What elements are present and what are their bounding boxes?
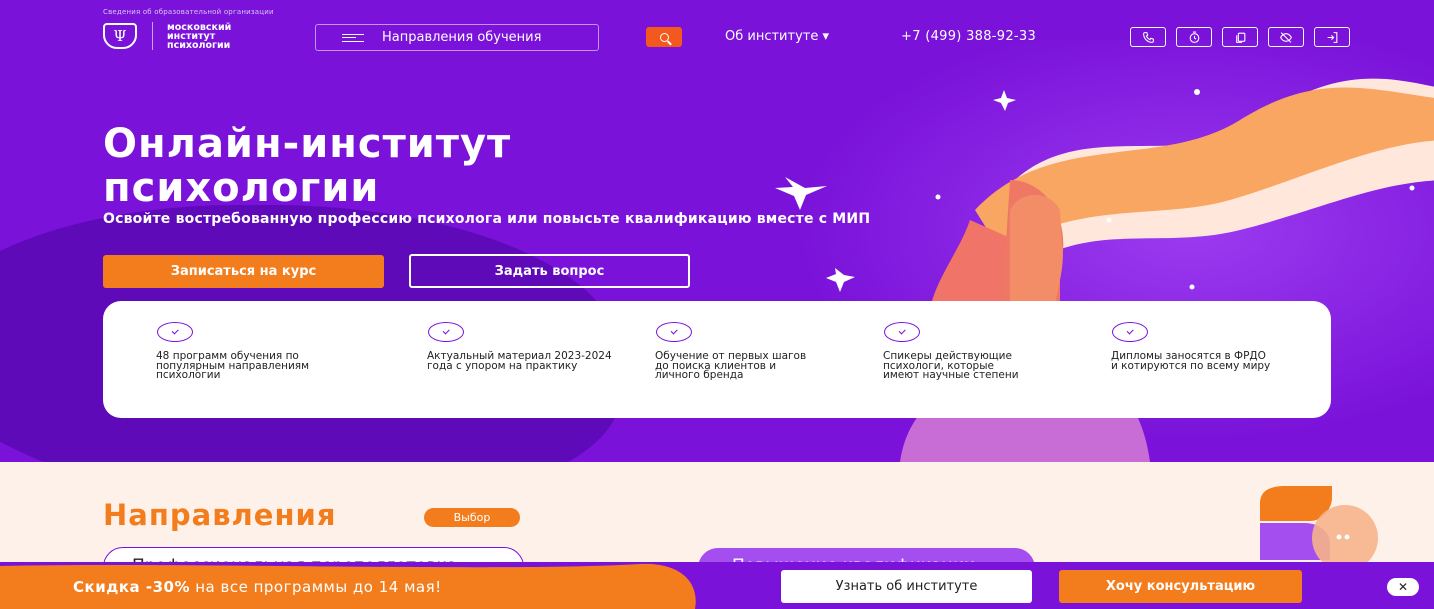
feature-text: Актуальный материал 2023-2024 года с упо…: [427, 350, 612, 372]
directions-menu-button[interactable]: Направления обучения: [315, 24, 599, 51]
about-institute-button[interactable]: Узнать об институте: [781, 570, 1032, 603]
phone-number[interactable]: +7 (499) 388-92-33: [901, 29, 1036, 44]
features-card: 48 программ обучения по популярным напра…: [103, 301, 1331, 418]
logo-text: московский институт психологии: [167, 21, 232, 51]
feature-item: Актуальный материал 2023-2024 года с упо…: [427, 322, 637, 371]
feature-text: 48 программ обучения по популярным напра…: [156, 350, 310, 381]
hero-title: Онлайн-институт психологии: [103, 122, 511, 210]
hero-section: Сведения об образовательной организации …: [0, 0, 1434, 462]
promo-bar: Скидка -30% на все программы до 14 мая! …: [0, 562, 1434, 609]
psi-icon: Ψ: [103, 23, 137, 49]
feature-item: 48 программ обучения по популярным напра…: [156, 322, 366, 381]
consultation-button[interactable]: Хочу консультацию: [1059, 570, 1302, 603]
feature-text: Дипломы заносятся в ФРДО и котируются по…: [1111, 350, 1271, 372]
directions-title: Направления: [103, 498, 337, 532]
search-button[interactable]: [646, 27, 682, 47]
feature-item: Обучение от первых шагов до поиска клиен…: [655, 322, 815, 381]
directions-menu-label: Направления обучения: [382, 30, 542, 45]
promo-details: на все программы до 14 мая!: [189, 578, 442, 596]
login-icon[interactable]: [1314, 27, 1350, 47]
logo-divider: [152, 22, 153, 50]
ask-question-button[interactable]: Задать вопрос: [409, 254, 690, 288]
header-icon-buttons: [1130, 27, 1350, 47]
feature-text: Спикеры действующие психологи, которые и…: [883, 350, 1019, 381]
timer-icon[interactable]: [1176, 27, 1212, 47]
hero-title-line1: Онлайн-институт: [103, 121, 512, 167]
promo-discount: Скидка -30%: [73, 578, 190, 596]
about-menu[interactable]: Об институте ▾: [725, 29, 829, 44]
check-icon: [157, 322, 193, 342]
choice-badge: Выбор: [424, 508, 520, 527]
check-icon: [1112, 322, 1148, 342]
feature-item: Спикеры действующие психологи, которые и…: [883, 322, 1031, 381]
promo-text: Скидка -30% на все программы до 14 мая!: [73, 578, 442, 596]
search-icon: [659, 32, 669, 42]
hero-subtitle: Освойте востребованную профессию психоло…: [103, 211, 871, 227]
eye-off-icon[interactable]: [1268, 27, 1304, 47]
check-icon: [656, 322, 692, 342]
feature-item: Дипломы заносятся в ФРДО и котируются по…: [1111, 322, 1273, 371]
menu-icon: [342, 33, 364, 42]
close-icon[interactable]: ✕: [1387, 578, 1419, 596]
logo[interactable]: Ψ московский институт психологии: [103, 22, 267, 50]
enroll-button[interactable]: Записаться на курс: [103, 255, 384, 288]
copy-icon[interactable]: [1222, 27, 1258, 47]
hero-title-line2: психологии: [103, 165, 380, 211]
phone-icon[interactable]: [1130, 27, 1166, 47]
org-info-link[interactable]: Сведения об образовательной организации: [103, 8, 274, 16]
check-icon: [884, 322, 920, 342]
feature-text: Обучение от первых шагов до поиска клиен…: [655, 350, 807, 381]
check-icon: [428, 322, 464, 342]
